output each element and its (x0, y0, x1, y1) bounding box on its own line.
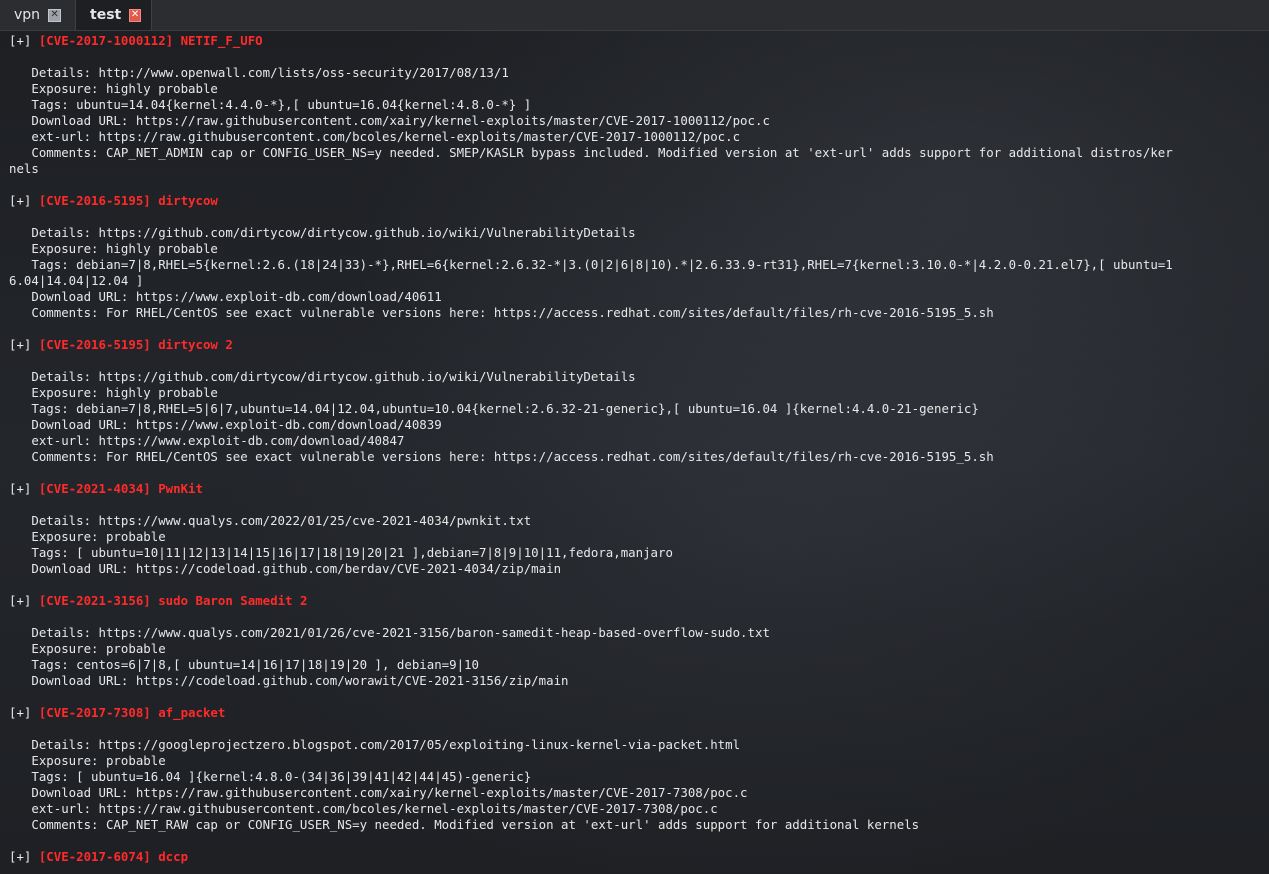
detail-line: Comments: CAP_NET_ADMIN cap or CONFIG_US… (9, 145, 1173, 160)
exploit-header: [+] [CVE-2017-1000112] NETIF_F_UFO (9, 33, 1264, 49)
result-marker: [+] (9, 705, 39, 720)
exploit-header: [+] [CVE-2021-4034] PwnKit (9, 481, 1264, 497)
cve-id: [CVE-2017-6074] (38, 849, 151, 864)
detail-line: Tags: [ ubuntu=10|11|12|13|14|15|16|17|1… (9, 545, 673, 560)
detail-line: Details: https://www.qualys.com/2022/01/… (9, 513, 532, 528)
exploit-name: dirtycow (150, 193, 218, 208)
cve-id: [CVE-2017-1000112] (38, 33, 174, 48)
cve-id: [CVE-2021-3156] (38, 593, 151, 608)
detail-line: Tags: debian=7|8,RHEL=5|6|7,ubuntu=14.04… (9, 401, 979, 416)
detail-line: Details: https://www.qualys.com/2021/01/… (9, 625, 770, 640)
tab-test[interactable]: test ✕ (76, 0, 152, 30)
detail-line: Exposure: highly probable (9, 241, 218, 256)
detail-line: Comments: For RHEL/CentOS see exact vuln… (9, 449, 994, 464)
exploit-name: dirtycow 2 (150, 337, 233, 352)
detail-line: Details: https://github.com/dirtycow/dir… (9, 369, 636, 384)
detail-line: Comments: For RHEL/CentOS see exact vuln… (9, 305, 994, 320)
close-icon[interactable]: ✕ (48, 8, 62, 22)
tab-label: vpn (14, 7, 41, 23)
detail-line: Download URL: https://codeload.github.co… (9, 561, 562, 576)
detail-line: 6.04|14.04|12.04 ] (9, 273, 144, 288)
detail-line: Download URL: https://www.exploit-db.com… (9, 289, 442, 304)
detail-line: Tags: ubuntu=14.04{kernel:4.4.0-*},[ ubu… (9, 97, 532, 112)
detail-line: Exposure: probable (9, 529, 166, 544)
cve-id: [CVE-2016-5195] (38, 193, 151, 208)
detail-line: ext-url: https://www.exploit-db.com/down… (9, 433, 405, 448)
result-marker: [+] (9, 849, 39, 864)
exploit-name: NETIF_F_UFO (173, 33, 263, 48)
cve-id: [CVE-2016-5195] (38, 337, 151, 352)
result-marker: [+] (9, 593, 39, 608)
exploit-name: PwnKit (150, 481, 203, 496)
detail-line: Details: https://googleprojectzero.blogs… (9, 737, 741, 752)
exploit-header: [+] [CVE-2017-7308] af_packet (9, 705, 1264, 721)
detail-line: Details: https://github.com/dirtycow/dir… (9, 225, 636, 240)
detail-line: Comments: CAP_NET_RAW cap or CONFIG_USER… (9, 817, 920, 832)
exploit-header: [+] [CVE-2021-3156] sudo Baron Samedit 2 (9, 593, 1264, 609)
terminal-tab-bar: vpn ✕ test ✕ (0, 0, 1269, 31)
result-marker: [+] (9, 33, 39, 48)
exploit-name: af_packet (150, 705, 226, 720)
exploit-header: [+] [CVE-2016-5195] dirtycow 2 (9, 337, 1264, 353)
tab-label: test (90, 7, 122, 23)
detail-line: Tags: debian=7|8,RHEL=5{kernel:2.6.(18|2… (9, 257, 1173, 272)
result-marker: [+] (9, 337, 39, 352)
result-marker: [+] (9, 193, 39, 208)
detail-line: Exposure: probable (9, 641, 166, 656)
terminal-output[interactable]: [+] [CVE-2017-1000112] NETIF_F_UFO Detai… (9, 33, 1264, 865)
detail-line: Tags: centos=6|7|8,[ ubuntu=14|16|17|18|… (9, 657, 479, 672)
tab-vpn[interactable]: vpn ✕ (0, 0, 76, 30)
exploit-header: [+] [CVE-2016-5195] dirtycow (9, 193, 1264, 209)
detail-line: ext-url: https://raw.githubusercontent.c… (9, 801, 718, 816)
detail-line: nels (9, 161, 39, 176)
detail-line: Tags: [ ubuntu=16.04 ]{kernel:4.8.0-(34|… (9, 769, 532, 784)
detail-line: Exposure: highly probable (9, 385, 218, 400)
exploit-name: dccp (150, 849, 189, 864)
detail-line: Download URL: https://codeload.github.co… (9, 673, 569, 688)
cve-id: [CVE-2017-7308] (38, 705, 151, 720)
detail-line: Download URL: https://www.exploit-db.com… (9, 417, 442, 432)
detail-line: Exposure: probable (9, 753, 166, 768)
exploit-name: sudo Baron Samedit 2 (150, 593, 308, 608)
exploit-header: [+] [CVE-2017-6074] dccp (9, 849, 1264, 865)
detail-line: Exposure: highly probable (9, 81, 218, 96)
detail-line: Download URL: https://raw.githubusercont… (9, 113, 770, 128)
result-marker: [+] (9, 481, 39, 496)
detail-line: Download URL: https://raw.githubusercont… (9, 785, 748, 800)
cve-id: [CVE-2021-4034] (38, 481, 151, 496)
close-icon[interactable]: ✕ (129, 8, 141, 22)
detail-line: Details: http://www.openwall.com/lists/o… (9, 65, 509, 80)
detail-line: ext-url: https://raw.githubusercontent.c… (9, 129, 741, 144)
